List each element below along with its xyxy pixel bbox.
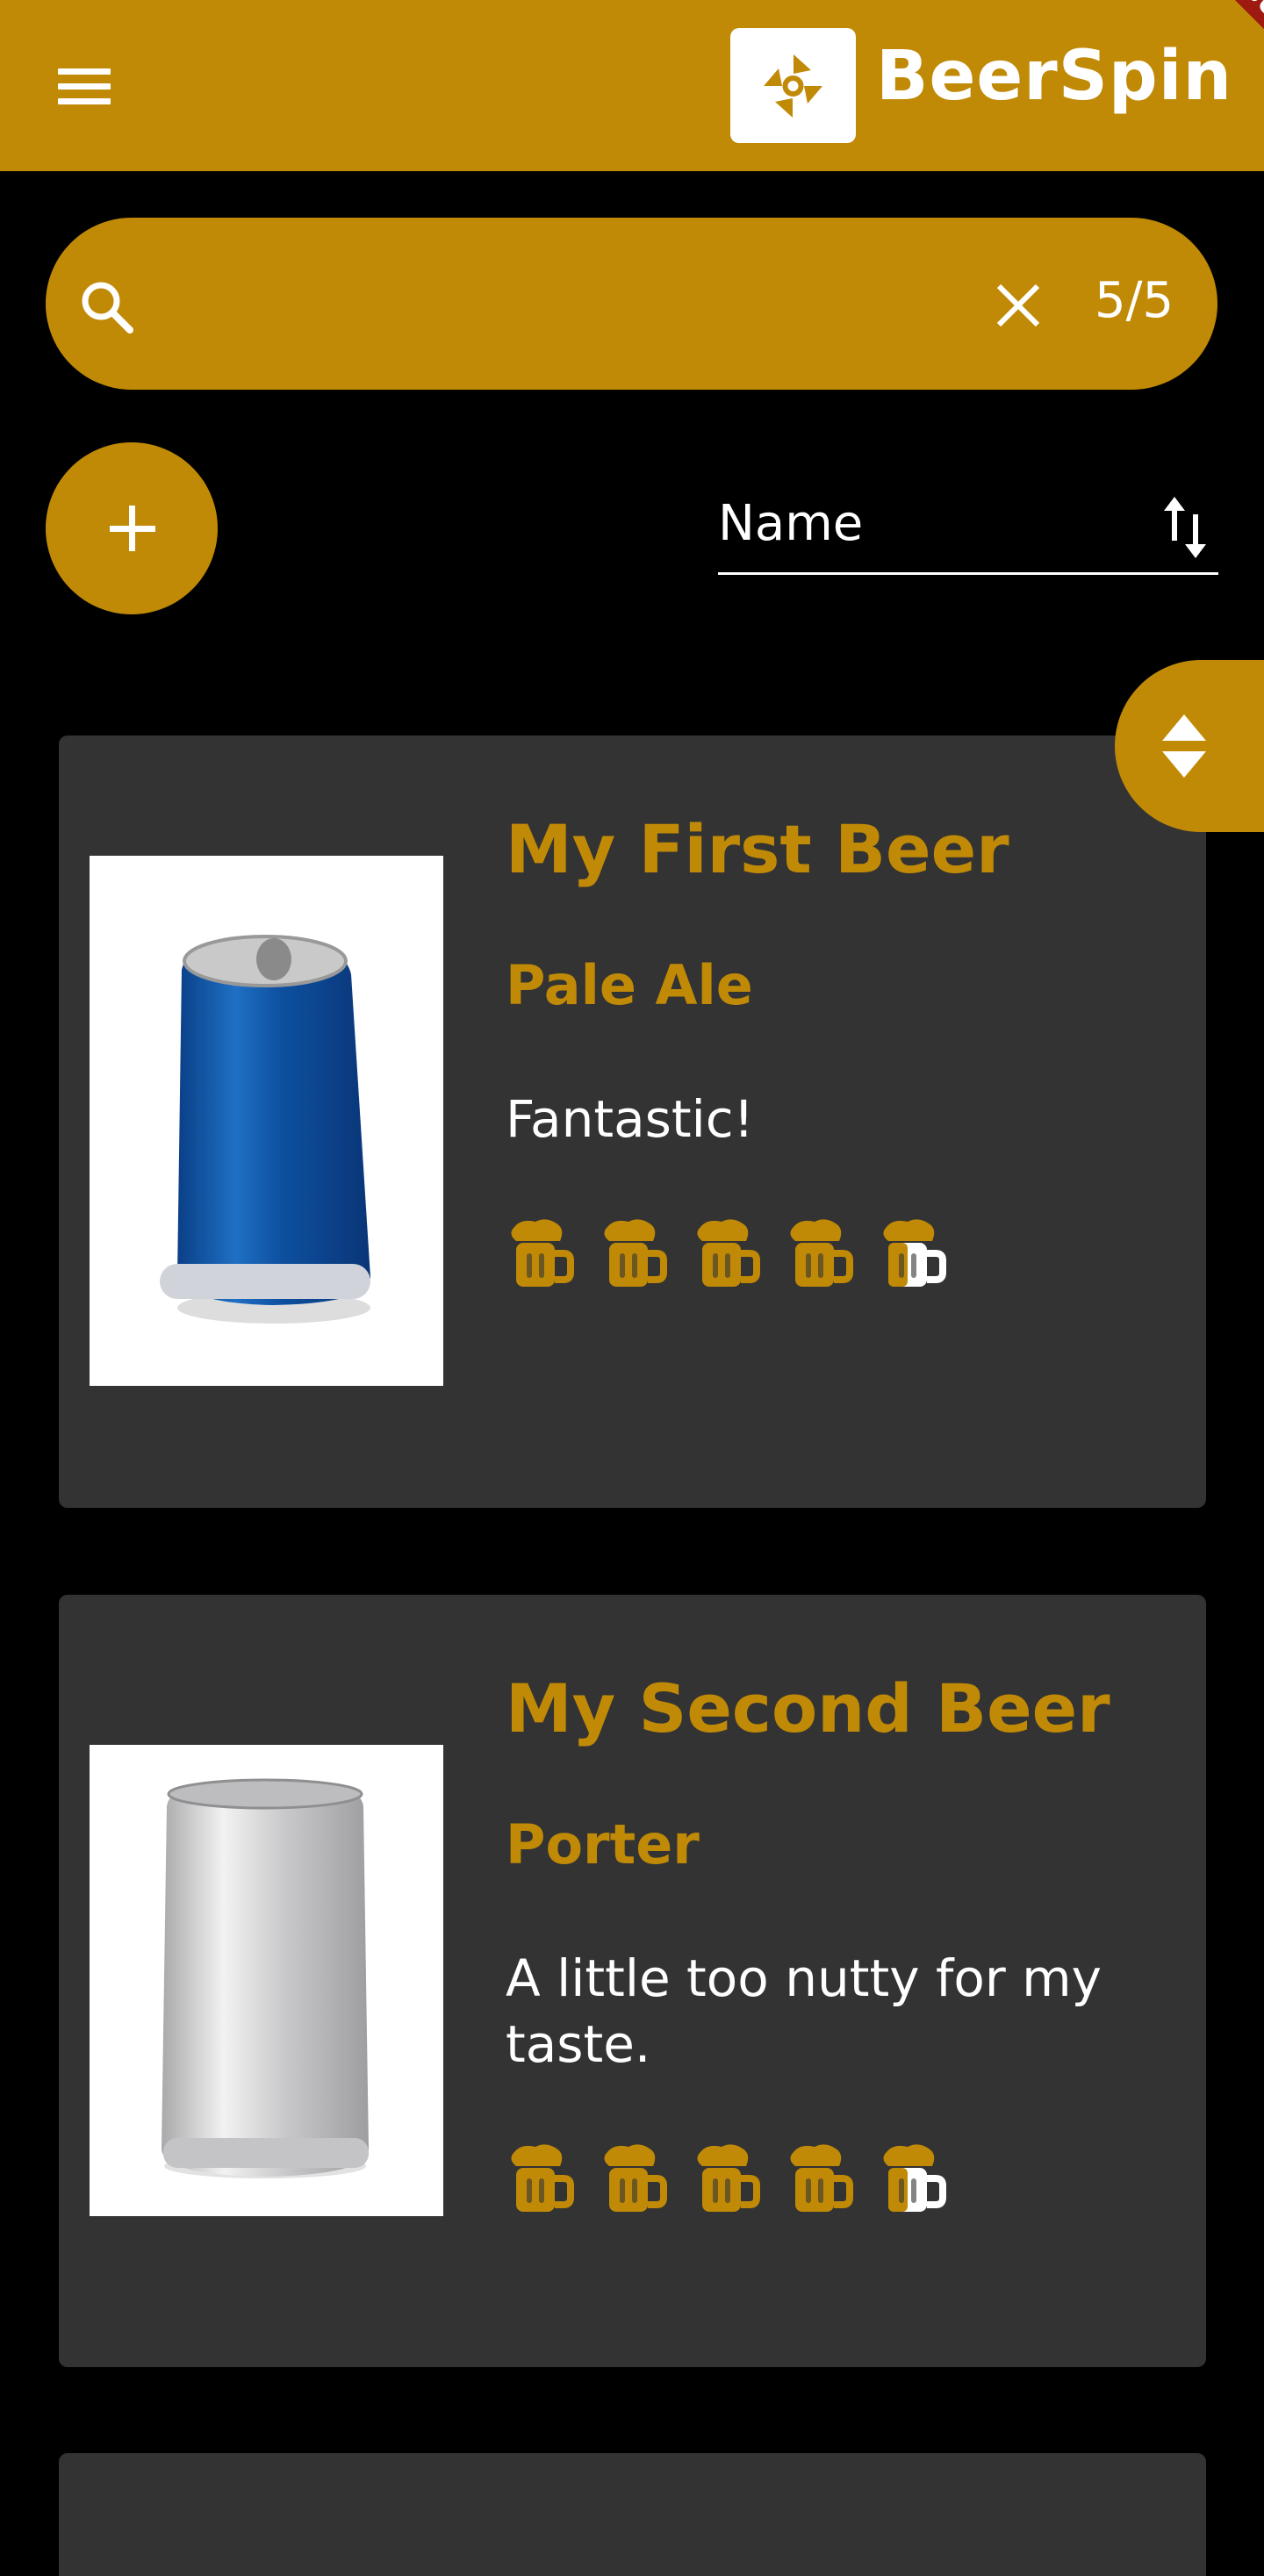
search-input[interactable] bbox=[169, 262, 997, 348]
app-title: BeerSpin bbox=[876, 37, 1232, 116]
beer-mug-icon bbox=[599, 1216, 667, 1294]
beer-image-blue-can bbox=[90, 856, 443, 1386]
plus-icon bbox=[129, 506, 135, 551]
beer-mug-icon bbox=[878, 2142, 946, 2219]
beer-image-silver-can bbox=[90, 1745, 443, 2216]
beer-style: Porter bbox=[506, 1812, 700, 1876]
beer-name: My Second Beer bbox=[506, 1669, 1110, 1747]
beer-card[interactable] bbox=[59, 2453, 1206, 2576]
beer-mug-icon bbox=[785, 2142, 853, 2219]
beer-card[interactable]: My Second Beer Porter A little too nutty… bbox=[59, 1595, 1206, 2367]
beer-mug-icon bbox=[692, 1216, 760, 1294]
beer-mug-icon bbox=[785, 1216, 853, 1294]
beer-comment: A little too nutty for my taste. bbox=[506, 1948, 1102, 2074]
beer-mug-icon bbox=[506, 2142, 574, 2219]
beer-mug-icon bbox=[878, 1216, 946, 1294]
menu-icon-line bbox=[58, 68, 111, 75]
search-bar: 5/5 bbox=[46, 218, 1217, 390]
beer-style: Pale Ale bbox=[506, 953, 753, 1017]
menu-icon-line bbox=[58, 98, 111, 104]
result-count: 5/5 bbox=[1095, 272, 1174, 329]
beerspin-logo-icon bbox=[730, 28, 856, 143]
rating-row bbox=[506, 1216, 946, 1294]
app-bar: BeerSpin DEBUG bbox=[0, 0, 1264, 171]
beer-comment: Fantastic! bbox=[506, 1089, 754, 1149]
sort-arrows-icon[interactable] bbox=[1160, 497, 1210, 562]
beer-name: My First Beer bbox=[506, 810, 1009, 888]
beer-mug-icon bbox=[506, 1216, 574, 1294]
up-down-triangle-icon bbox=[1162, 714, 1206, 781]
close-icon[interactable] bbox=[992, 279, 1045, 332]
beer-mug-icon bbox=[692, 2142, 760, 2219]
add-beer-button[interactable] bbox=[46, 442, 218, 614]
beer-card[interactable]: My First Beer Pale Ale Fantastic! bbox=[59, 735, 1206, 1508]
sort-dropdown[interactable]: Name bbox=[718, 492, 1218, 575]
sort-selected-label: Name bbox=[718, 495, 864, 552]
beer-mug-icon bbox=[599, 2142, 667, 2219]
rating-row bbox=[506, 2142, 946, 2219]
search-icon[interactable] bbox=[79, 279, 135, 339]
menu-button[interactable] bbox=[49, 61, 119, 111]
menu-icon-line bbox=[58, 83, 111, 90]
